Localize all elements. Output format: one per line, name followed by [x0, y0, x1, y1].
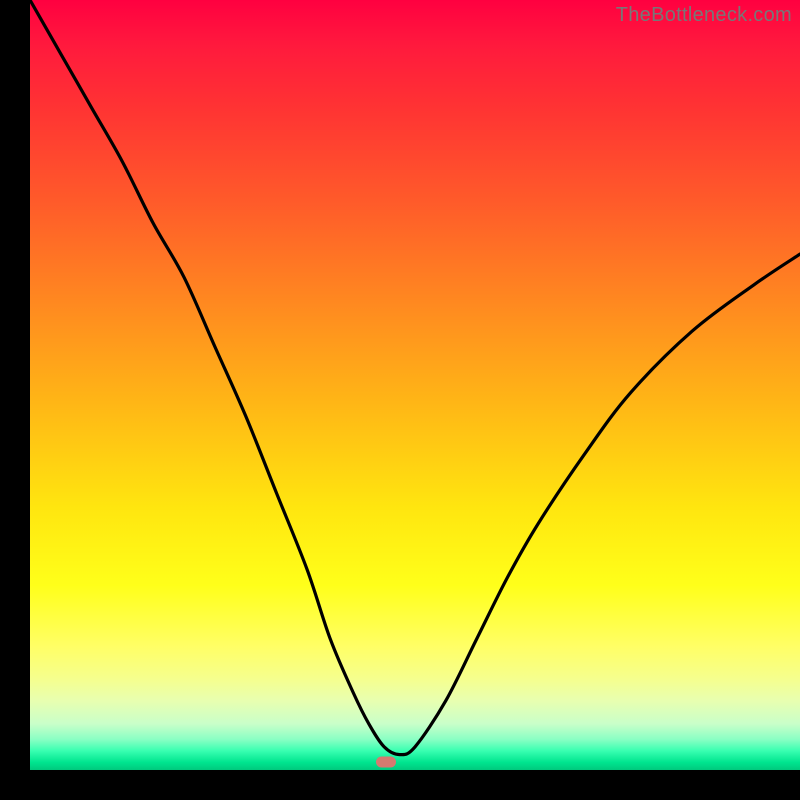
plot-area [30, 0, 800, 770]
optimal-point-marker [376, 757, 396, 768]
chart-stage: TheBottleneck.com [0, 0, 800, 800]
watermark-text: TheBottleneck.com [616, 4, 792, 27]
curve-layer [30, 0, 800, 770]
bottleneck-curve [30, 0, 800, 755]
